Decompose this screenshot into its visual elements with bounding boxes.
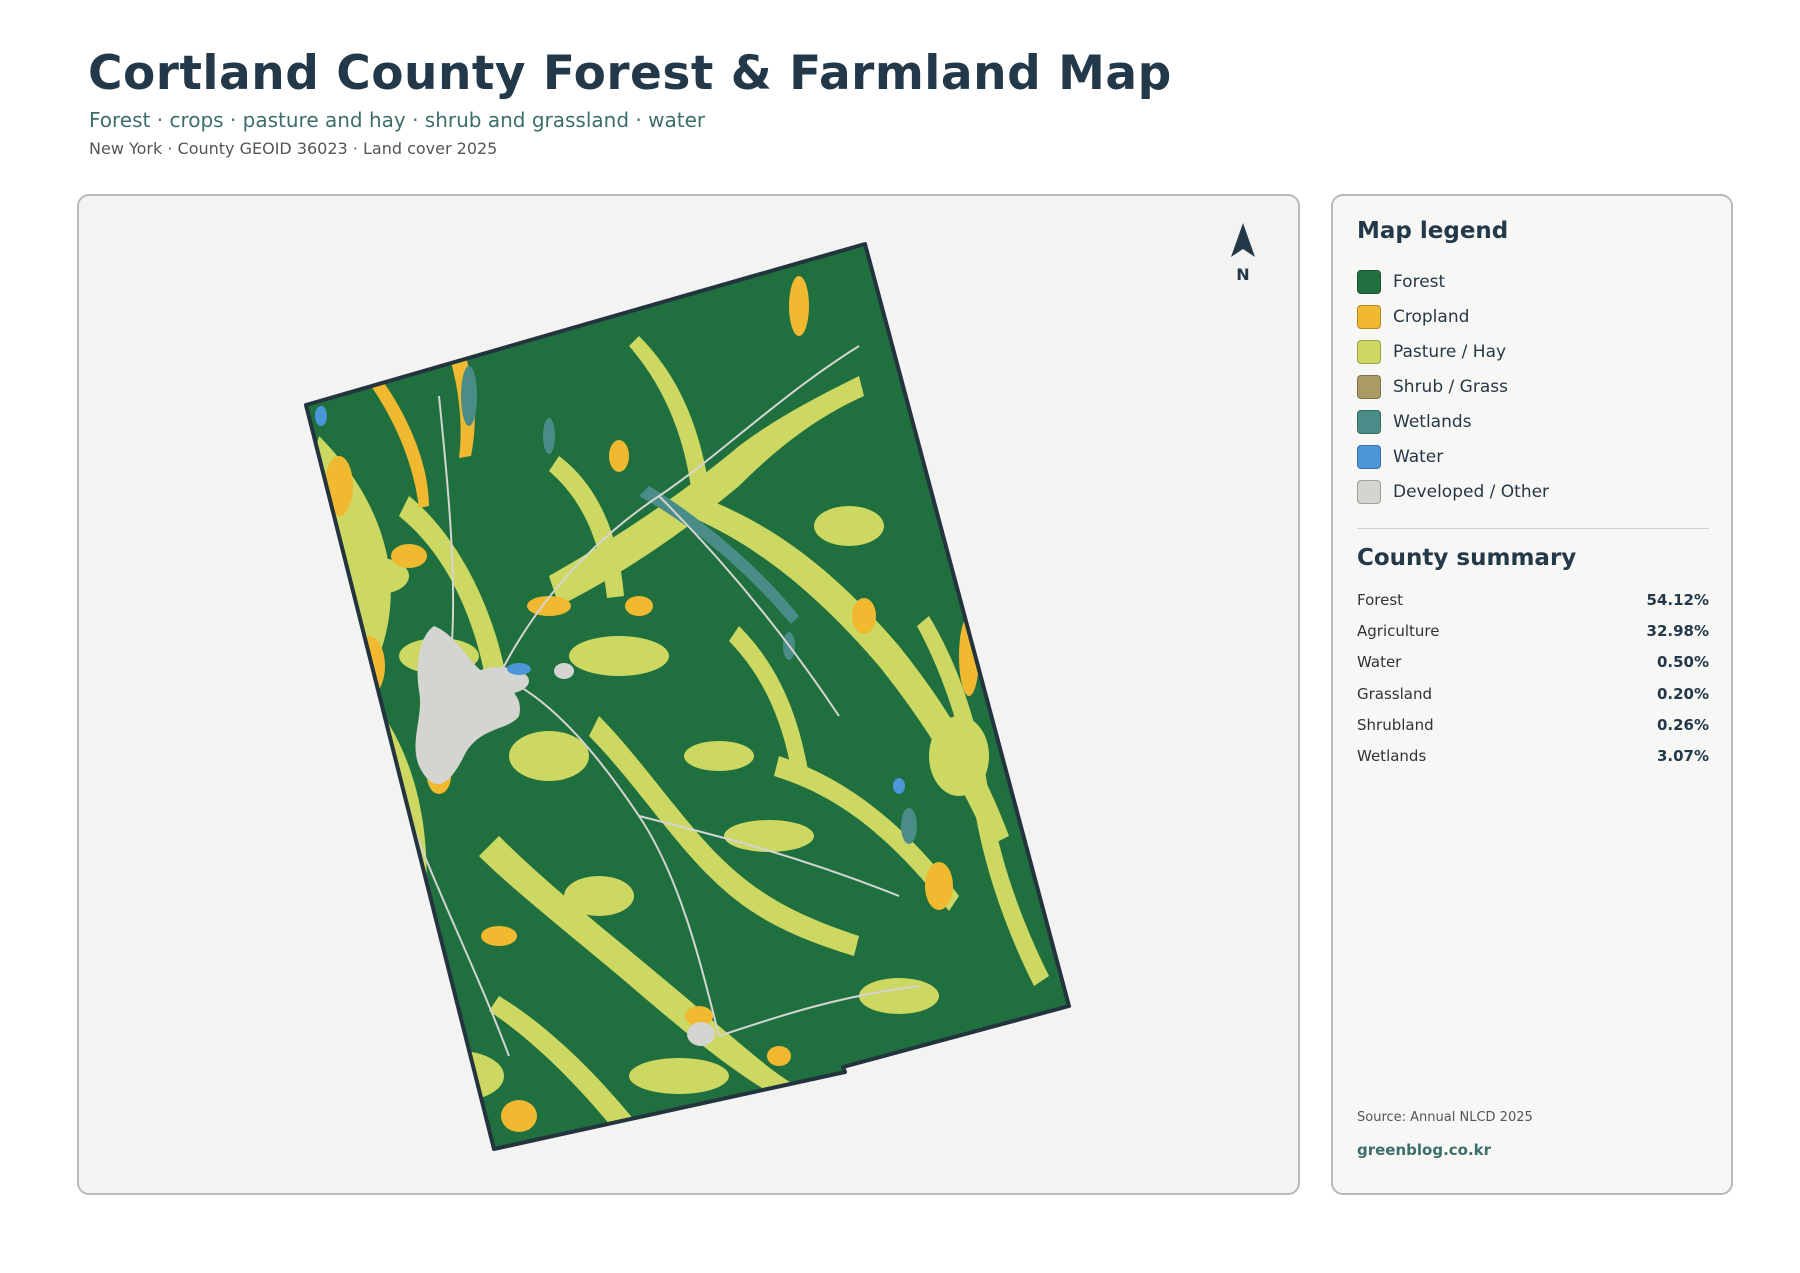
summary-value: 32.98% xyxy=(1646,621,1709,640)
legend-label: Water xyxy=(1393,446,1444,467)
divider xyxy=(1357,528,1709,529)
summary-row: Wetlands 3.07% xyxy=(1357,740,1709,771)
source-note: Source: Annual NLCD 2025 xyxy=(1357,1110,1533,1125)
legend-swatch xyxy=(1357,304,1381,329)
summary-name: Grassland xyxy=(1357,684,1432,703)
summary-value: 0.50% xyxy=(1656,653,1709,672)
side-panel: Map legend Forest Cropland Pasture / Hay… xyxy=(1331,194,1733,1195)
summary-value: 54.12% xyxy=(1646,590,1709,609)
legend-swatch xyxy=(1357,444,1381,469)
legend-swatch xyxy=(1357,479,1381,504)
page-meta: New York · County GEOID 36023 · Land cov… xyxy=(89,139,498,158)
legend-label: Wetlands xyxy=(1393,411,1472,432)
legend-label: Forest xyxy=(1393,271,1446,292)
page-subtitle: Forest · crops · pasture and hay · shrub… xyxy=(89,108,706,132)
page-title: Cortland County Forest & Farmland Map xyxy=(88,46,1172,101)
map-panel[interactable] xyxy=(77,194,1300,1195)
summary-name: Forest xyxy=(1357,590,1404,609)
summary-table: Forest 54.12% Agriculture 32.98% Water 0… xyxy=(1357,584,1709,772)
north-label: N xyxy=(1236,265,1250,284)
legend-swatch xyxy=(1357,374,1381,399)
legend-swatch xyxy=(1357,409,1381,434)
legend-swatch xyxy=(1357,339,1381,364)
summary-row: Shrubland 0.26% xyxy=(1357,709,1709,740)
legend-item-pasture: Pasture / Hay xyxy=(1357,334,1549,369)
forest-base xyxy=(306,244,1069,1149)
legend-item-developed: Developed / Other xyxy=(1357,474,1549,509)
legend-item-shrub: Shrub / Grass xyxy=(1357,369,1549,404)
legend-item-forest: Forest xyxy=(1357,264,1549,299)
legend-label: Cropland xyxy=(1393,306,1470,327)
county-map[interactable] xyxy=(79,196,1300,1195)
summary-name: Water xyxy=(1357,653,1402,672)
summary-row: Agriculture 32.98% xyxy=(1357,615,1709,646)
summary-name: Shrubland xyxy=(1357,715,1434,734)
summary-value: 0.20% xyxy=(1656,684,1709,703)
summary-value: 0.26% xyxy=(1656,715,1709,734)
land-cover-layer xyxy=(306,244,1069,1149)
summary-title: County summary xyxy=(1357,545,1577,571)
north-arrow-icon xyxy=(1231,223,1255,257)
summary-name: Agriculture xyxy=(1357,621,1440,640)
summary-row: Forest 54.12% xyxy=(1357,584,1709,615)
brand-link[interactable]: greenblog.co.kr xyxy=(1357,1141,1491,1159)
legend-label: Pasture / Hay xyxy=(1393,341,1507,362)
summary-name: Wetlands xyxy=(1357,747,1427,766)
legend-swatch xyxy=(1357,269,1381,294)
legend-item-cropland: Cropland xyxy=(1357,299,1549,334)
legend-item-wetlands: Wetlands xyxy=(1357,404,1549,439)
north-arrow: N xyxy=(1218,223,1268,284)
summary-value: 3.07% xyxy=(1656,747,1709,766)
summary-row: Grassland 0.20% xyxy=(1357,678,1709,709)
legend-item-water: Water xyxy=(1357,439,1549,474)
legend-title: Map legend xyxy=(1357,218,1509,244)
legend-label: Developed / Other xyxy=(1393,481,1550,502)
legend-list: Forest Cropland Pasture / Hay Shrub / Gr… xyxy=(1357,264,1549,509)
summary-row: Water 0.50% xyxy=(1357,647,1709,678)
legend-label: Shrub / Grass xyxy=(1393,376,1508,397)
